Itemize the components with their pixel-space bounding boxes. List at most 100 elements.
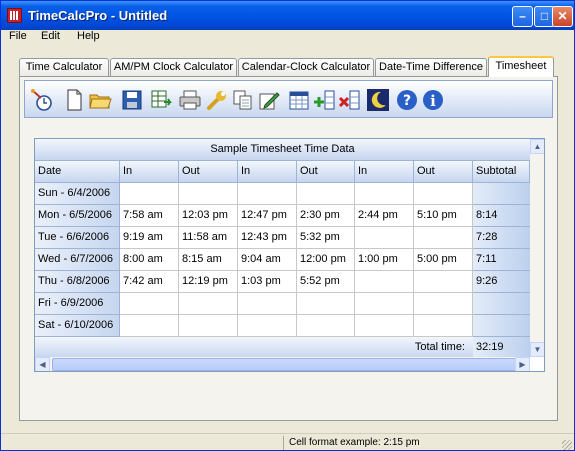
column-header[interactable]: Out (297, 161, 355, 183)
time-cell[interactable] (297, 293, 355, 315)
open-folder-icon[interactable] (88, 88, 112, 112)
tab-calendar-clock-calculator[interactable]: Calendar-Clock Calculator (238, 58, 374, 76)
night-mode-icon[interactable] (366, 88, 390, 112)
delete-column-icon[interactable] (338, 88, 362, 112)
resize-grip-icon[interactable] (562, 440, 572, 450)
row-date-header[interactable]: Sun - 6/4/2006 (35, 183, 120, 205)
column-header[interactable]: Date (35, 161, 120, 183)
time-cell[interactable] (120, 315, 179, 337)
tab-date-time-difference[interactable]: Date-Time Difference (375, 58, 487, 76)
close-button[interactable]: ✕ (552, 6, 573, 27)
time-cell[interactable] (414, 315, 473, 337)
vertical-scrollbar[interactable]: ▲ ▼ (530, 139, 544, 357)
title-bar[interactable]: TimeCalcPro - Untitled – □ ✕ (1, 1, 574, 30)
time-cell[interactable]: 1:03 pm (238, 271, 297, 293)
time-cell[interactable]: 12:03 pm (179, 205, 238, 227)
time-cell[interactable]: 5:10 pm (414, 205, 473, 227)
info-icon[interactable]: i (421, 88, 445, 112)
column-header[interactable]: Subtotal (473, 161, 530, 183)
printer-icon[interactable] (178, 88, 202, 112)
time-cell[interactable] (355, 315, 414, 337)
scroll-right-icon[interactable]: ▶ (515, 357, 530, 371)
export-table-icon[interactable] (150, 88, 174, 112)
tab-time-calculator[interactable]: Time Calculator (19, 58, 109, 76)
scroll-up-icon[interactable]: ▲ (530, 139, 544, 154)
sheet-title: Sample Timesheet Time Data (35, 139, 530, 161)
time-cell[interactable] (414, 271, 473, 293)
time-cell[interactable]: 8:15 am (179, 249, 238, 271)
time-cell[interactable] (179, 315, 238, 337)
time-cell[interactable] (355, 227, 414, 249)
time-cell[interactable]: 1:00 pm (355, 249, 414, 271)
status-text: Cell format example: 2:15 pm (289, 437, 420, 448)
scroll-down-icon[interactable]: ▼ (530, 342, 544, 357)
time-cell[interactable] (120, 293, 179, 315)
copy-icon[interactable] (231, 88, 255, 112)
new-document-icon[interactable] (62, 88, 86, 112)
time-cell[interactable] (297, 183, 355, 205)
time-cell[interactable] (414, 183, 473, 205)
time-cell[interactable] (355, 271, 414, 293)
tab-timesheet[interactable]: Timesheet (488, 56, 554, 77)
menu-help[interactable]: Help (77, 30, 100, 42)
column-header[interactable]: In (238, 161, 297, 183)
status-bar: Cell format example: 2:15 pm (1, 433, 574, 450)
time-cell[interactable] (179, 293, 238, 315)
time-cell[interactable]: 9:04 am (238, 249, 297, 271)
time-cell[interactable]: 5:32 pm (297, 227, 355, 249)
app-window: TimeCalcPro - Untitled – □ ✕ File Edit H… (0, 0, 575, 451)
time-cell[interactable] (120, 183, 179, 205)
wrench-icon[interactable] (205, 88, 229, 112)
time-cell[interactable]: 12:47 pm (238, 205, 297, 227)
calendar-grid-icon[interactable] (287, 88, 311, 112)
edit-pencil-icon[interactable] (257, 88, 281, 112)
time-cell[interactable] (414, 227, 473, 249)
time-cell[interactable] (238, 315, 297, 337)
time-cell[interactable]: 12:43 pm (238, 227, 297, 249)
clock-wizard-icon[interactable] (30, 88, 54, 112)
time-cell[interactable] (238, 293, 297, 315)
minimize-button[interactable]: – (512, 6, 533, 27)
row-date-header[interactable]: Sat - 6/10/2006 (35, 315, 120, 337)
time-cell[interactable]: 5:00 pm (414, 249, 473, 271)
time-cell[interactable] (297, 315, 355, 337)
scroll-left-icon[interactable]: ◀ (35, 357, 50, 371)
time-cell[interactable] (238, 183, 297, 205)
time-cell[interactable]: 12:19 pm (179, 271, 238, 293)
time-cell[interactable]: 7:42 am (120, 271, 179, 293)
timesheet-grid[interactable]: Sample Timesheet Time Data Date In Out In Out… (34, 138, 545, 372)
row-date-header[interactable]: Thu - 6/8/2006 (35, 271, 120, 293)
row-date-header[interactable]: Wed - 6/7/2006 (35, 249, 120, 271)
app-icon[interactable] (7, 8, 22, 23)
time-cell[interactable]: 5:52 pm (297, 271, 355, 293)
row-date-header[interactable]: Tue - 6/6/2006 (35, 227, 120, 249)
time-cell[interactable]: 12:00 pm (297, 249, 355, 271)
time-cell[interactable] (179, 183, 238, 205)
menu-edit[interactable]: Edit (41, 30, 60, 42)
time-cell[interactable]: 8:00 am (120, 249, 179, 271)
row-date-header[interactable]: Mon - 6/5/2006 (35, 205, 120, 227)
time-cell[interactable]: 11:58 am (179, 227, 238, 249)
horizontal-scroll-thumb[interactable] (52, 358, 526, 371)
horizontal-scrollbar[interactable]: ◀ ▶ (35, 357, 530, 371)
row-date-header[interactable]: Fri - 6/9/2006 (35, 293, 120, 315)
column-header[interactable]: In (120, 161, 179, 183)
menu-file[interactable]: File (9, 30, 27, 42)
time-cell[interactable]: 2:44 pm (355, 205, 414, 227)
subtotal-cell (473, 293, 530, 315)
column-header[interactable]: In (355, 161, 414, 183)
time-cell[interactable]: 9:19 am (120, 227, 179, 249)
subtotal-cell: 9:26 (473, 271, 530, 293)
time-cell[interactable] (355, 293, 414, 315)
column-header[interactable]: Out (179, 161, 238, 183)
tab-ampm-clock-calculator[interactable]: AM/PM Clock Calculator (110, 58, 237, 76)
time-cell[interactable] (414, 293, 473, 315)
column-header[interactable]: Out (414, 161, 473, 183)
add-column-icon[interactable] (313, 88, 337, 112)
time-cell[interactable]: 2:30 pm (297, 205, 355, 227)
time-cell[interactable] (355, 183, 414, 205)
save-disk-icon[interactable] (120, 88, 144, 112)
help-icon[interactable]: ? (395, 88, 419, 112)
time-cell[interactable]: 7:58 am (120, 205, 179, 227)
subtotal-cell: 7:28 (473, 227, 530, 249)
